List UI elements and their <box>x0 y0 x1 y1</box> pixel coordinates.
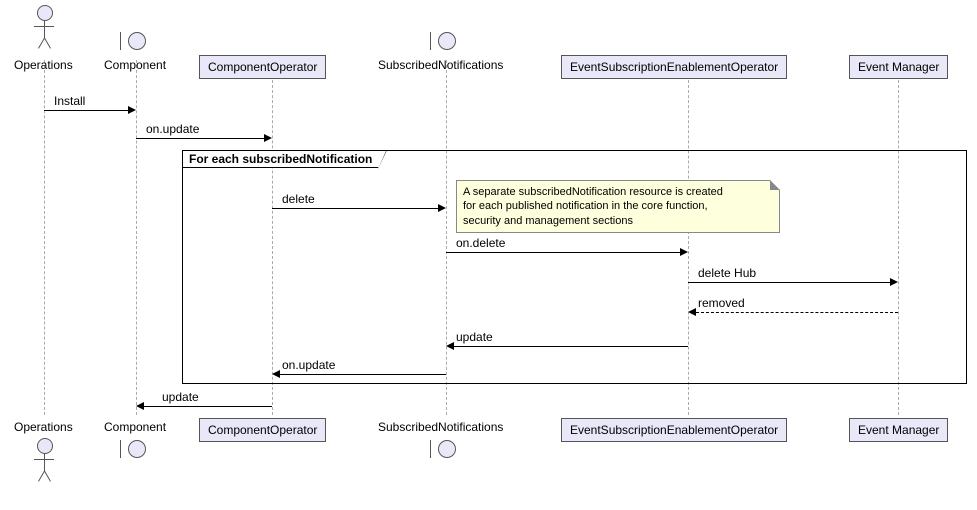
arrow-update-final <box>144 406 272 407</box>
arrow-removed <box>696 312 898 314</box>
box-component-operator-bottom: ComponentOperator <box>199 418 326 442</box>
loop-tag: For each subscribedNotification <box>182 150 379 168</box>
msg-update-return: update <box>454 330 495 344</box>
box-event-manager-bottom: Event Manager <box>849 418 948 442</box>
note-line-3: security and management sections <box>463 215 633 227</box>
arrow-delete-hub <box>688 282 890 283</box>
arrow-on-update-return <box>280 374 446 375</box>
arrow-update-final-head <box>136 402 144 410</box>
arrow-on-delete-head <box>680 248 688 256</box>
arrow-install-head <box>128 106 136 114</box>
arrow-delete-head <box>438 204 446 212</box>
loop-title: For each subscribedNotification <box>189 152 372 166</box>
box-component-operator-top: ComponentOperator <box>199 55 326 79</box>
note-subscribed-notification: A separate subscribedNotification resour… <box>456 180 780 233</box>
arrow-on-update-1 <box>136 138 264 139</box>
msg-on-update-return: on.update <box>280 358 337 372</box>
msg-update-final: update <box>160 390 201 404</box>
msg-removed: removed <box>696 296 747 310</box>
arrow-update-return-head <box>446 342 454 350</box>
label-component-bottom: Component <box>104 420 166 434</box>
box-ese-operator-top: EventSubscriptionEnablementOperator <box>561 55 787 79</box>
arrow-on-update-return-head <box>272 370 280 378</box>
lifeline-operations <box>44 60 45 415</box>
arrow-update-return <box>454 346 688 347</box>
arrow-on-update-1-head <box>264 134 272 142</box>
label-subscribed-notifications-bottom: SubscribedNotifications <box>378 420 503 434</box>
note-line-1: A separate subscribedNotification resour… <box>463 186 723 198</box>
label-subscribed-notifications-top: SubscribedNotifications <box>378 58 503 72</box>
msg-on-delete: on.delete <box>454 236 507 250</box>
msg-on-update-1: on.update <box>144 122 201 136</box>
arrow-install <box>44 110 128 111</box>
msg-install: Install <box>52 94 87 108</box>
note-corner-icon <box>770 180 780 190</box>
note-line-2: for each published notification in the c… <box>463 200 708 212</box>
msg-delete-hub: delete Hub <box>696 266 758 280</box>
box-ese-operator-bottom: EventSubscriptionEnablementOperator <box>561 418 787 442</box>
label-operations-bottom: Operations <box>14 420 73 434</box>
arrow-removed-head <box>688 308 696 316</box>
arrow-on-delete <box>446 252 680 253</box>
msg-delete: delete <box>280 192 317 206</box>
arrow-delete-hub-head <box>890 278 898 286</box>
arrow-delete <box>272 208 438 209</box>
box-event-manager-top: Event Manager <box>849 55 948 79</box>
label-operations-top: Operations <box>14 58 73 72</box>
lifeline-component <box>136 60 137 415</box>
label-component-top: Component <box>104 58 166 72</box>
